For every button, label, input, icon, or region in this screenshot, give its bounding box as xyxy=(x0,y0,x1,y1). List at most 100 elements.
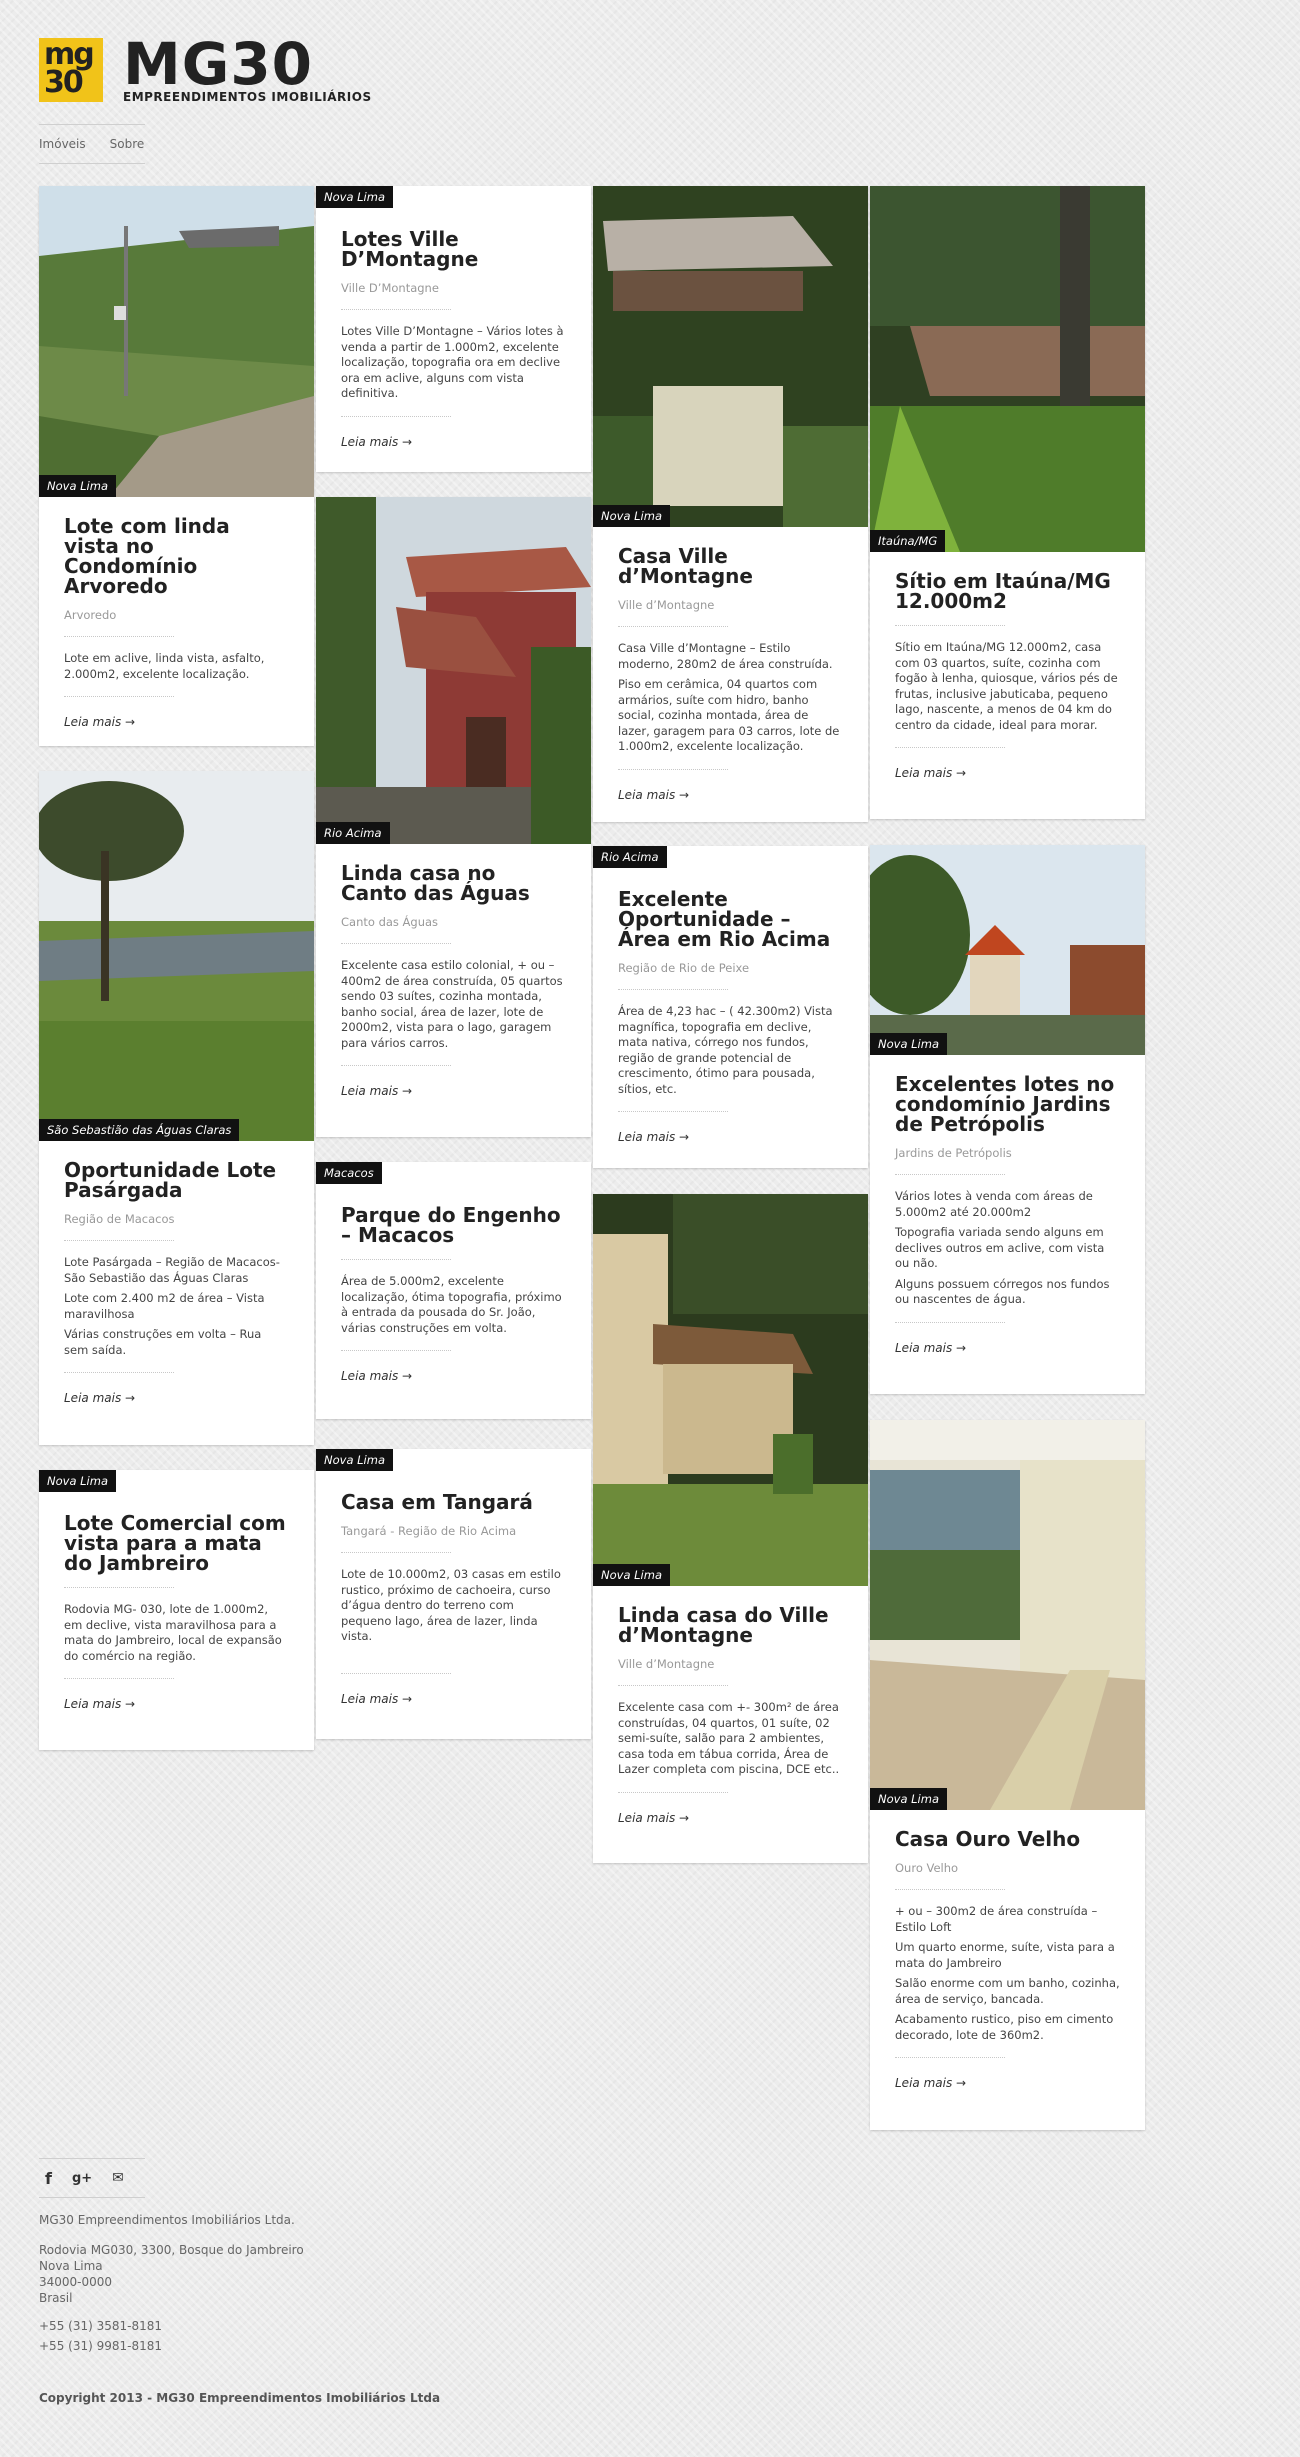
divider xyxy=(895,625,1005,626)
read-more-link[interactable]: Leia mais → xyxy=(64,715,135,729)
location-tag[interactable]: Itaúna/MG xyxy=(870,530,946,552)
address-line: Nova Lima xyxy=(39,2259,103,2273)
site-logo[interactable]: mg 30 MG30 EMPREENDIMENTOS IMOBILIÁRIOS xyxy=(39,30,372,104)
location-tag[interactable]: Nova Lima xyxy=(316,186,393,208)
property-photo[interactable]: Nova Lima xyxy=(593,1194,868,1586)
location-tag[interactable]: Nova Lima xyxy=(870,1788,947,1810)
property-photo[interactable]: Nova Lima xyxy=(870,1420,1145,1810)
property-card: Nova Lima Casa Ouro Velho Ouro Velho + o… xyxy=(870,1420,1145,2130)
property-photo[interactable]: Nova Lima xyxy=(39,186,314,497)
phone-number[interactable]: +55 (31) 9981-8181 xyxy=(39,2338,599,2354)
property-photo[interactable]: São Sebastião das Águas Claras xyxy=(39,771,314,1141)
divider xyxy=(895,1174,1005,1175)
property-card: Macacos Parque do Engenho – Macacos Área… xyxy=(316,1162,591,1419)
property-photo[interactable]: Nova Lima xyxy=(593,186,868,527)
divider xyxy=(618,1791,728,1793)
property-card: Nova Lima Excelentes lotes no condomínio… xyxy=(870,845,1145,1394)
divider xyxy=(64,696,174,697)
location-tag[interactable]: Nova Lima xyxy=(316,1449,393,1471)
card-subtitle: Tangará - Região de Rio Acima xyxy=(341,1524,517,1538)
property-card: Nova Lima Lotes Ville D’Montagne Ville D… xyxy=(316,186,591,472)
card-subtitle: Jardins de Petrópolis xyxy=(895,1146,1012,1160)
card-subtitle: Arvoredo xyxy=(64,608,117,622)
card-title[interactable]: Casa em Tangará xyxy=(341,1492,566,1512)
location-tag[interactable]: São Sebastião das Águas Claras xyxy=(39,1119,240,1141)
card-description: Área de 4,23 hac – ( 42.300m2) Vista mag… xyxy=(618,1004,833,1096)
logo-mark: mg 30 xyxy=(39,38,103,102)
site-footer: f g+ ✉ MG30 Empreendimentos Imobiliários… xyxy=(39,2158,599,2354)
location-tag[interactable]: Nova Lima xyxy=(39,1470,116,1492)
read-more-link[interactable]: Leia mais → xyxy=(618,1130,689,1144)
card-title[interactable]: Casa Ouro Velho xyxy=(895,1829,1120,1849)
card-title[interactable]: Excelentes lotes no condomínio Jardins d… xyxy=(895,1074,1120,1134)
divider xyxy=(341,1672,451,1674)
card-description: Área de 5.000m2, excelente localização, … xyxy=(341,1274,562,1335)
address-line: 34000-0000 xyxy=(39,2275,113,2289)
card-title[interactable]: Lotes Ville D’Montagne xyxy=(341,229,566,269)
read-more-link[interactable]: Leia mais → xyxy=(895,2076,966,2090)
location-tag[interactable]: Nova Lima xyxy=(593,505,670,527)
read-more-link[interactable]: Leia mais → xyxy=(341,435,412,449)
location-tag[interactable]: Nova Lima xyxy=(39,475,116,497)
card-title[interactable]: Sítio em Itaúna/MG 12.000m2 xyxy=(895,571,1120,611)
card-title[interactable]: Linda casa do Ville d’Montagne xyxy=(618,1605,843,1645)
facebook-icon[interactable]: f xyxy=(45,2169,52,2188)
location-tag[interactable]: Rio Acima xyxy=(593,846,667,868)
divider xyxy=(64,1240,174,1241)
location-tag[interactable]: Macacos xyxy=(316,1162,382,1184)
card-description: Salão enorme com um banho, cozinha, área… xyxy=(895,1976,1120,2006)
property-photo[interactable]: Itaúna/MG xyxy=(870,186,1145,552)
read-more-link[interactable]: Leia mais → xyxy=(64,1391,135,1405)
card-description: Alguns possuem córregos nos fundos ou na… xyxy=(895,1276,1110,1307)
site-title: MG30 xyxy=(123,30,314,98)
property-card: Nova Lima Lote Comercial com vista para … xyxy=(39,1470,314,1750)
divider xyxy=(895,2057,1005,2058)
card-subtitle: Canto das Águas xyxy=(341,915,439,929)
location-tag[interactable]: Rio Acima xyxy=(316,822,390,844)
read-more-link[interactable]: Leia mais → xyxy=(895,766,966,780)
phone-number[interactable]: +55 (31) 3581-8181 xyxy=(39,2318,599,2334)
location-tag[interactable]: Nova Lima xyxy=(870,1033,947,1055)
site-subtitle: EMPREENDIMENTOS IMOBILIÁRIOS xyxy=(123,90,372,104)
card-title[interactable]: Excelente Oportunidade – Área em Rio Aci… xyxy=(618,889,843,949)
card-description: Lote Pasárgada – Região de Macacos-São S… xyxy=(64,1255,280,1285)
property-photo[interactable]: Rio Acima xyxy=(316,497,591,844)
divider xyxy=(618,1111,728,1112)
property-photo[interactable]: Nova Lima xyxy=(870,845,1145,1055)
email-icon[interactable]: ✉ xyxy=(112,2170,124,2186)
card-title[interactable]: Parque do Engenho – Macacos xyxy=(341,1205,566,1245)
card-description: Acabamento rustico, piso em cimento deco… xyxy=(895,2012,1114,2042)
read-more-link[interactable]: Leia mais → xyxy=(895,1341,966,1355)
card-subtitle: Região de Macacos xyxy=(64,1212,175,1226)
card-title[interactable]: Lote com linda vista no Condomínio Arvor… xyxy=(64,516,289,596)
divider xyxy=(618,626,728,627)
card-description: Piso em cerâmica, 04 quartos com armário… xyxy=(618,677,840,753)
read-more-link[interactable]: Leia mais → xyxy=(618,1811,689,1825)
card-subtitle: Ville d’Montagne xyxy=(618,598,715,612)
card-description: Sítio em Itaúna/MG 12.000m2, casa com 03… xyxy=(895,640,1118,732)
read-more-link[interactable]: Leia mais → xyxy=(341,1692,412,1706)
divider xyxy=(341,1065,451,1066)
property-card: São Sebastião das Águas Claras Oportunid… xyxy=(39,771,314,1445)
location-tag[interactable]: Nova Lima xyxy=(593,1564,670,1586)
main-nav: Imóveis Sobre xyxy=(39,124,145,164)
card-title[interactable]: Casa Ville d’Montagne xyxy=(618,546,843,586)
read-more-link[interactable]: Leia mais → xyxy=(341,1369,412,1383)
divider xyxy=(895,1889,1005,1890)
read-more-link[interactable]: Leia mais → xyxy=(64,1697,135,1711)
card-description: Lote de 10.000m2, 03 casas em estilo rus… xyxy=(341,1567,561,1643)
card-description: Excelente casa com +- 300m² de área cons… xyxy=(618,1700,840,1776)
card-title[interactable]: Oportunidade Lote Pasárgada xyxy=(64,1160,289,1200)
nav-sobre[interactable]: Sobre xyxy=(110,137,145,151)
card-title[interactable]: Lote Comercial com vista para a mata do … xyxy=(64,1513,289,1573)
google-plus-icon[interactable]: g+ xyxy=(72,2171,92,2186)
divider xyxy=(895,747,1005,748)
divider xyxy=(618,768,728,770)
property-card: Itaúna/MG Sítio em Itaúna/MG 12.000m2 Sí… xyxy=(870,186,1145,819)
nav-imoveis[interactable]: Imóveis xyxy=(39,137,86,151)
read-more-link[interactable]: Leia mais → xyxy=(618,788,689,802)
card-title[interactable]: Linda casa no Canto das Águas xyxy=(341,863,566,903)
divider xyxy=(64,1587,174,1588)
company-address: Rodovia MG030, 3300, Bosque do Jambreiro… xyxy=(39,2242,599,2306)
read-more-link[interactable]: Leia mais → xyxy=(341,1084,412,1098)
